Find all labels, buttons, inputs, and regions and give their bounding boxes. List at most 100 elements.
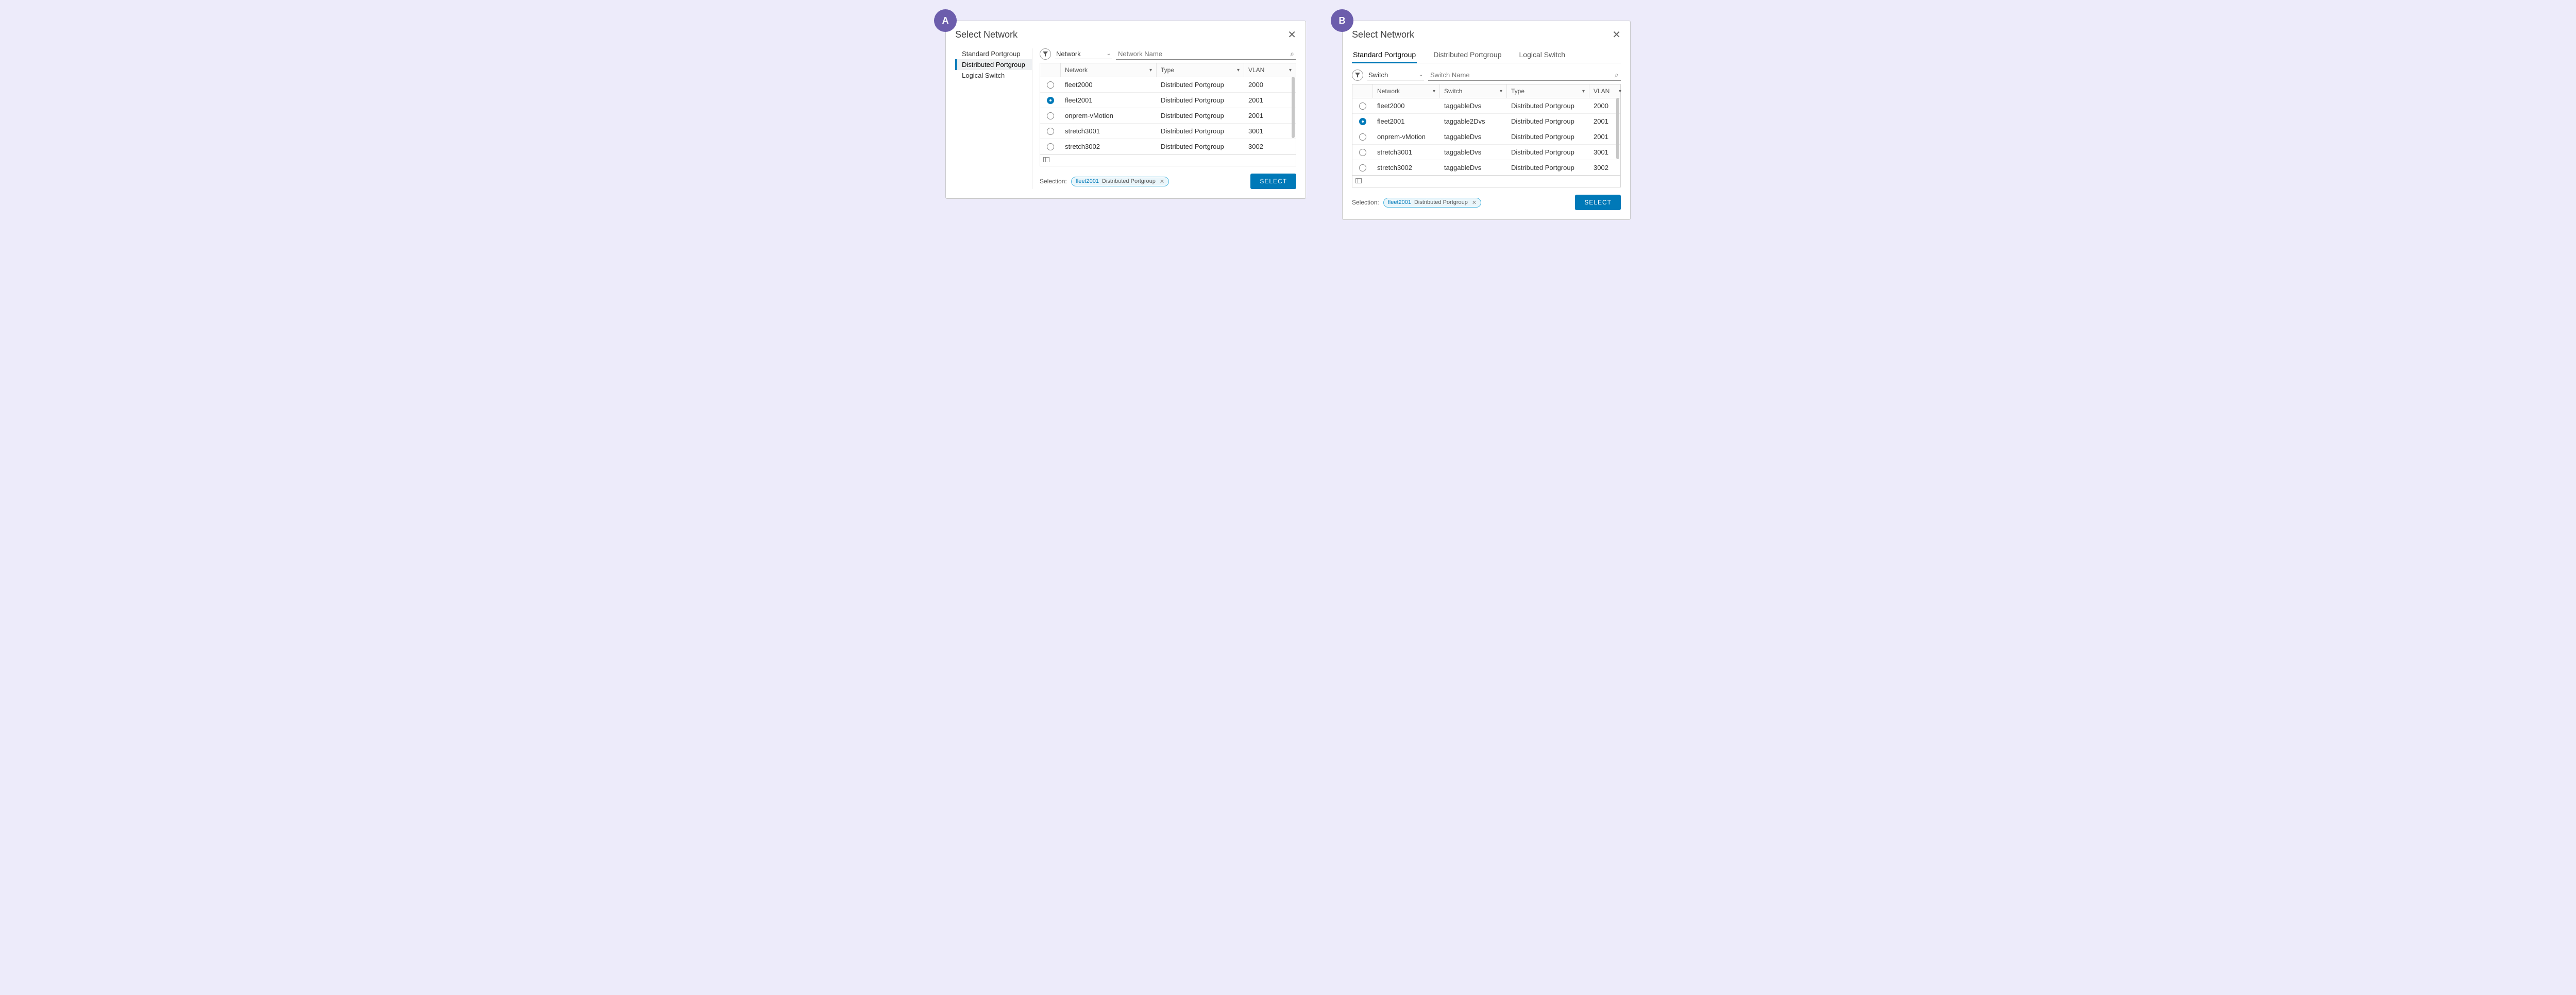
sidebar: Standard Portgroup Distributed Portgroup… [955, 48, 1032, 189]
dialog-a: Select Network ✕ Standard Portgroup Dist… [945, 21, 1306, 199]
table-footer [1040, 154, 1296, 166]
dialog-b: Select Network ✕ Standard Portgroup Dist… [1342, 21, 1631, 220]
tab-standard[interactable]: Standard Portgroup [1352, 48, 1417, 63]
close-icon[interactable]: ✕ [1612, 28, 1621, 41]
sidebar-item-standard[interactable]: Standard Portgroup [955, 48, 1032, 59]
table-row[interactable]: fleet2001 taggable2Dvs Distributed Portg… [1352, 114, 1620, 129]
col-network[interactable]: Network▾ [1373, 84, 1440, 98]
row-radio[interactable] [1359, 149, 1366, 156]
pill-primary: fleet2001 [1076, 178, 1099, 184]
selection-label: Selection: [1352, 199, 1379, 206]
scope-select-value: Switch [1368, 71, 1388, 79]
filter-icon[interactable]: ▾ [1289, 67, 1292, 73]
filter-icon[interactable]: ▾ [1149, 67, 1152, 73]
cell-switch: taggable2Dvs [1440, 114, 1507, 129]
network-table: Network▾ Switch▾ Type▾ VLAN▾ fleet2000 t… [1352, 84, 1621, 187]
col-vlan[interactable]: VLAN▾ [1589, 84, 1625, 98]
cell-switch: taggableDvs [1440, 98, 1507, 113]
search-input[interactable] [1118, 50, 1290, 58]
columns-icon[interactable] [1355, 178, 1362, 183]
search-input[interactable] [1430, 71, 1615, 79]
cell-vlan: 2001 [1589, 129, 1625, 144]
columns-icon[interactable] [1043, 157, 1049, 162]
filter-toggle-icon[interactable] [1352, 70, 1363, 81]
table-row[interactable]: onprem-vMotion taggableDvs Distributed P… [1352, 129, 1620, 145]
table-row[interactable]: stretch3001 Distributed Portgroup 3001 [1040, 124, 1296, 139]
table-row[interactable]: fleet2001 Distributed Portgroup 2001 [1040, 93, 1296, 108]
pill-remove-icon[interactable]: ✕ [1471, 199, 1478, 206]
row-radio[interactable] [1047, 97, 1054, 104]
cell-network: onprem-vMotion [1373, 129, 1440, 144]
table-row[interactable]: fleet2000 Distributed Portgroup 2000 [1040, 77, 1296, 93]
panel-b: B Select Network ✕ Standard Portgroup Di… [1342, 21, 1631, 220]
filter-toggle-icon[interactable] [1040, 48, 1051, 60]
tabs: Standard Portgroup Distributed Portgroup… [1352, 48, 1621, 63]
col-vlan[interactable]: VLAN▾ [1244, 63, 1296, 77]
table-footer [1352, 175, 1620, 187]
cell-type: Distributed Portgroup [1507, 160, 1589, 175]
pill-primary: fleet2001 [1388, 199, 1411, 205]
pill-remove-icon[interactable]: ✕ [1159, 178, 1165, 185]
scope-select-value: Network [1056, 50, 1081, 58]
cell-type: Distributed Portgroup [1507, 129, 1589, 144]
table-row[interactable]: stretch3002 taggableDvs Distributed Port… [1352, 160, 1620, 175]
cell-switch: taggableDvs [1440, 160, 1507, 175]
scrollbar[interactable] [1292, 77, 1295, 138]
col-switch[interactable]: Switch▾ [1440, 84, 1507, 98]
cell-vlan: 3002 [1589, 160, 1625, 175]
row-radio[interactable] [1047, 112, 1054, 119]
search-input-wrap[interactable]: ⌕ [1116, 48, 1296, 60]
col-network[interactable]: Network▾ [1061, 63, 1157, 77]
tab-distributed[interactable]: Distributed Portgroup [1432, 48, 1502, 63]
dialog-title: Select Network [955, 29, 1018, 40]
cell-type: Distributed Portgroup [1157, 139, 1244, 154]
selection-pill: fleet2001 Distributed Portgroup ✕ [1383, 198, 1481, 208]
cell-type: Distributed Portgroup [1157, 108, 1244, 123]
cell-network: fleet2001 [1373, 114, 1440, 129]
tab-logical[interactable]: Logical Switch [1518, 48, 1567, 63]
row-radio[interactable] [1047, 128, 1054, 135]
scope-select[interactable]: Network ⌄ [1055, 49, 1112, 59]
cell-network: stretch3001 [1373, 145, 1440, 160]
row-radio[interactable] [1359, 102, 1366, 110]
scope-select[interactable]: Switch ⌄ [1367, 70, 1424, 80]
panel-badge-b: B [1331, 9, 1353, 32]
col-type[interactable]: Type▾ [1507, 84, 1589, 98]
filter-icon[interactable]: ▾ [1582, 89, 1585, 94]
scrollbar[interactable] [1616, 98, 1619, 159]
row-radio[interactable] [1047, 143, 1054, 150]
cell-vlan: 2001 [1244, 108, 1296, 123]
select-button[interactable]: SELECT [1250, 174, 1296, 189]
table-row[interactable]: stretch3001 taggableDvs Distributed Port… [1352, 145, 1620, 160]
row-radio[interactable] [1359, 118, 1366, 125]
cell-vlan: 3002 [1244, 139, 1296, 154]
panel-a: A Select Network ✕ Standard Portgroup Di… [945, 21, 1306, 199]
row-radio[interactable] [1359, 133, 1366, 141]
selection-label: Selection: [1040, 178, 1067, 185]
cell-switch: taggableDvs [1440, 145, 1507, 160]
col-type[interactable]: Type▾ [1157, 63, 1244, 77]
cell-network: stretch3002 [1373, 160, 1440, 175]
sidebar-item-distributed[interactable]: Distributed Portgroup [955, 59, 1032, 70]
filter-icon[interactable]: ▾ [1433, 89, 1435, 94]
close-icon[interactable]: ✕ [1287, 28, 1296, 41]
row-radio[interactable] [1359, 164, 1366, 171]
table-row[interactable]: onprem-vMotion Distributed Portgroup 200… [1040, 108, 1296, 124]
sidebar-item-logical[interactable]: Logical Switch [955, 70, 1032, 81]
cell-type: Distributed Portgroup [1507, 145, 1589, 160]
cell-type: Distributed Portgroup [1157, 124, 1244, 139]
filter-icon[interactable]: ▾ [1500, 89, 1502, 94]
table-row[interactable]: fleet2000 taggableDvs Distributed Portgr… [1352, 98, 1620, 114]
select-button[interactable]: SELECT [1575, 195, 1621, 210]
filter-icon[interactable]: ▾ [1619, 89, 1621, 94]
cell-vlan: 2000 [1589, 98, 1625, 113]
cell-vlan: 2001 [1589, 114, 1625, 129]
filter-icon[interactable]: ▾ [1237, 67, 1240, 73]
row-radio[interactable] [1047, 81, 1054, 89]
table-row[interactable]: stretch3002 Distributed Portgroup 3002 [1040, 139, 1296, 154]
search-icon: ⌕ [1615, 71, 1619, 79]
panel-badge-a: A [934, 9, 957, 32]
search-input-wrap[interactable]: ⌕ [1428, 70, 1621, 81]
dialog-title: Select Network [1352, 29, 1414, 40]
cell-vlan: 2001 [1244, 93, 1296, 108]
